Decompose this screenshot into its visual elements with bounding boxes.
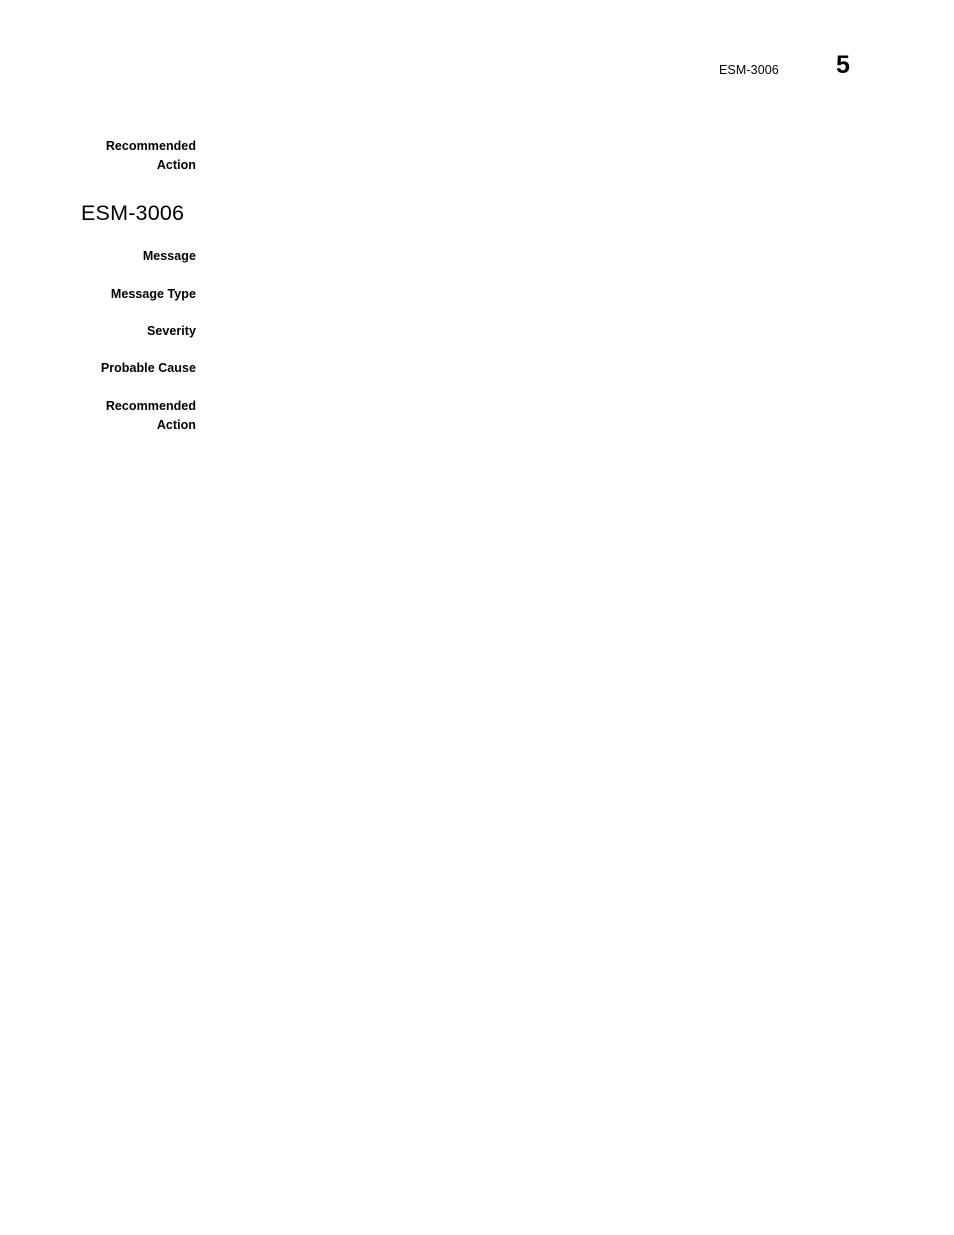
field-label-message-type: Message Type [110, 287, 196, 301]
field-label-recommended-action-2: Recommended Action [105, 399, 196, 432]
field-value-severity [222, 322, 882, 323]
field-label-message: Message [142, 249, 196, 263]
field-value-probable-cause [222, 359, 882, 360]
field-label-probable-cause: Probable Cause [100, 361, 196, 375]
field-value-message-type [222, 285, 882, 286]
field-value-recommended-action-2 [222, 397, 882, 398]
field-label-recommended-action: Recommended Action [105, 139, 196, 172]
field-value-message [222, 247, 882, 248]
field-value-recommended-action [222, 137, 882, 138]
field-label-severity: Severity [146, 324, 196, 338]
page-content: Recommended Action ESM-3006 Message Mess… [0, 0, 954, 1235]
document-page: ESM-3006 5 Recommended Action ESM-3006 M… [0, 0, 954, 1235]
section-heading-esm-3006: ESM-3006 [81, 201, 185, 225]
